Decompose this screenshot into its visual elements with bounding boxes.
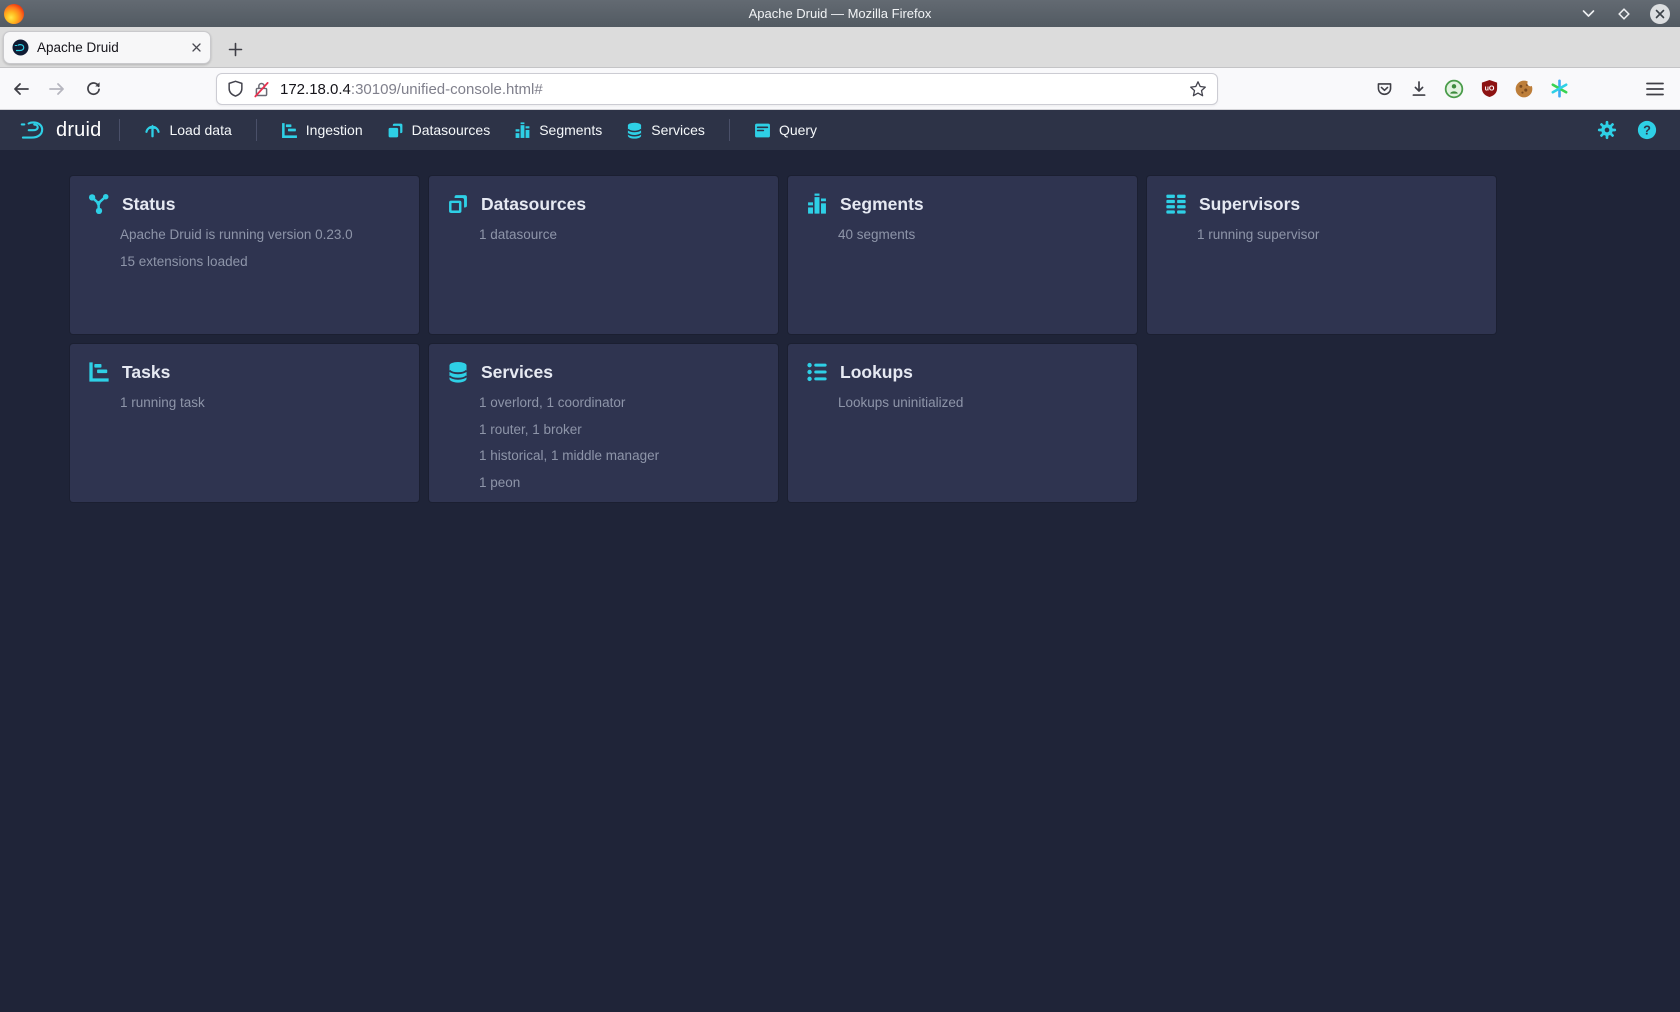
insecure-connection-lock-icon[interactable] (253, 81, 270, 98)
browser-tab-bar: Apache Druid (0, 27, 1680, 68)
gantt-chart-icon (88, 361, 110, 383)
bookmark-star-icon[interactable] (1189, 80, 1207, 98)
firefox-logo-icon (4, 4, 24, 24)
extension-icon-green[interactable] (1443, 78, 1465, 100)
upload-icon (144, 122, 161, 139)
database-icon (626, 122, 643, 139)
hamburger-menu-icon[interactable] (1644, 78, 1666, 100)
window-title: Apache Druid — Mozilla Firefox (0, 6, 1680, 21)
card-title: Supervisors (1199, 194, 1300, 215)
nav-ingestion-label: Ingestion (306, 122, 363, 138)
card-segments[interactable]: Segments 40 segments (788, 176, 1137, 334)
svg-text:uO: uO (1484, 85, 1494, 93)
services-line: 1 peon (479, 476, 760, 490)
card-tasks[interactable]: Tasks 1 running task (70, 344, 419, 502)
url-path: :30109/unified-console.html# (351, 81, 543, 98)
back-button[interactable] (6, 74, 36, 104)
header-divider (119, 119, 120, 141)
query-console-icon (754, 122, 771, 139)
task-count-text: 1 running task (120, 396, 401, 410)
nav-load-data-label: Load data (169, 122, 231, 138)
card-title: Lookups (840, 362, 913, 383)
new-tab-button[interactable] (219, 33, 251, 65)
card-supervisors[interactable]: Supervisors 1 running supervisor (1147, 176, 1496, 334)
druid-logo-icon (20, 116, 48, 144)
status-card-grid: Status Apache Druid is running version 0… (70, 176, 1496, 502)
window-minimize-button[interactable] (1578, 4, 1598, 24)
tab-title: Apache Druid (37, 40, 191, 55)
window-close-button[interactable] (1650, 4, 1670, 24)
card-status[interactable]: Status Apache Druid is running version 0… (70, 176, 419, 334)
segment-count-text: 40 segments (838, 228, 1119, 242)
stacked-squares-icon (447, 193, 469, 215)
status-version-text: Apache Druid is running version 0.23.0 (120, 228, 401, 242)
nav-load-data[interactable]: Load data (132, 116, 243, 145)
header-divider (729, 119, 730, 141)
graph-icon (88, 193, 110, 215)
ublock-origin-icon[interactable]: uO (1478, 78, 1500, 100)
lookups-status-text: Lookups uninitialized (838, 396, 1119, 410)
card-title: Datasources (481, 194, 586, 215)
tab-close-button[interactable] (191, 42, 202, 53)
gantt-chart-icon (281, 122, 298, 139)
druid-console-header: druid Load data Ingestion Datasources (0, 110, 1680, 150)
svg-text:?: ? (1643, 123, 1651, 138)
window-maximize-button[interactable] (1614, 4, 1634, 24)
url-domain: 172.18.0.4 (280, 81, 351, 98)
card-services[interactable]: Services 1 overlord, 1 coordinator 1 rou… (429, 344, 778, 502)
browser-toolbar: 172.18.0.4:30109/unified-console.html# u… (0, 68, 1680, 110)
supervisor-count-text: 1 running supervisor (1197, 228, 1478, 242)
tracking-protection-shield-icon[interactable] (227, 80, 244, 98)
database-icon (447, 361, 469, 383)
nav-datasources-label: Datasources (412, 122, 491, 138)
datasource-count-text: 1 datasource (479, 228, 760, 242)
home-view: Status Apache Druid is running version 0… (0, 150, 1680, 1012)
services-line: 1 overlord, 1 coordinator (479, 396, 760, 410)
url-bar[interactable]: 172.18.0.4:30109/unified-console.html# (216, 73, 1218, 105)
forward-button[interactable] (42, 74, 72, 104)
nav-query-label: Query (779, 122, 817, 138)
extension-icon-asterisk[interactable] (1548, 78, 1570, 100)
nav-services-label: Services (651, 122, 705, 138)
nav-datasources[interactable]: Datasources (375, 116, 503, 145)
card-lookups[interactable]: Lookups Lookups uninitialized (788, 344, 1137, 502)
downloads-icon[interactable] (1408, 78, 1430, 100)
stacked-bar-chart-icon (806, 193, 828, 215)
properties-list-icon (806, 361, 828, 383)
nav-segments-label: Segments (539, 122, 602, 138)
help-icon[interactable]: ? (1634, 117, 1660, 143)
stacked-bar-chart-icon (514, 122, 531, 139)
stacked-squares-icon (387, 122, 404, 139)
tab-apache-druid[interactable]: Apache Druid (3, 31, 211, 64)
settings-gear-icon[interactable] (1594, 117, 1620, 143)
status-extensions-text: 15 extensions loaded (120, 255, 401, 269)
nav-query[interactable]: Query (742, 116, 829, 145)
reload-button[interactable] (78, 74, 108, 104)
druid-logo[interactable]: druid (14, 116, 107, 144)
url-text[interactable]: 172.18.0.4:30109/unified-console.html# (280, 81, 1189, 98)
pocket-icon[interactable] (1373, 78, 1395, 100)
nav-ingestion[interactable]: Ingestion (269, 116, 375, 145)
card-title: Services (481, 362, 553, 383)
window-titlebar: Apache Druid — Mozilla Firefox (0, 0, 1680, 27)
card-title: Tasks (122, 362, 170, 383)
cookie-extension-icon[interactable] (1513, 78, 1535, 100)
nav-services[interactable]: Services (614, 116, 717, 145)
header-divider (256, 119, 257, 141)
nav-segments[interactable]: Segments (502, 116, 614, 145)
card-datasources[interactable]: Datasources 1 datasource (429, 176, 778, 334)
card-title: Segments (840, 194, 924, 215)
services-line: 1 historical, 1 middle manager (479, 449, 760, 463)
card-title: Status (122, 194, 175, 215)
druid-brand-text: druid (56, 119, 101, 142)
druid-favicon (12, 39, 29, 56)
list-columns-icon (1165, 193, 1187, 215)
services-line: 1 router, 1 broker (479, 423, 760, 437)
